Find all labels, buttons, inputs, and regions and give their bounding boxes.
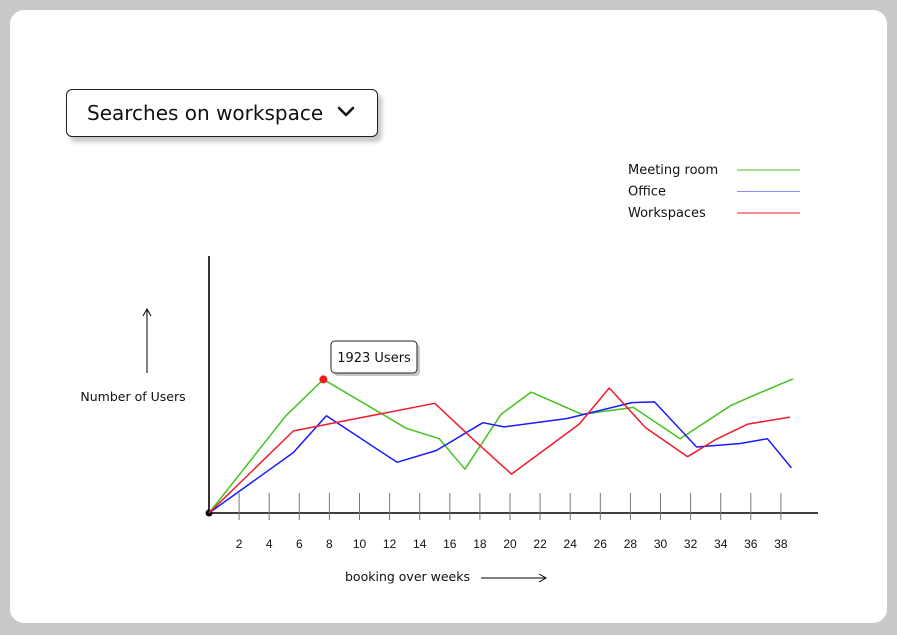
x-tick-label: 24 bbox=[564, 537, 578, 551]
x-tick-label: 20 bbox=[503, 537, 517, 551]
x-tick-label: 6 bbox=[296, 537, 303, 551]
x-tick-label: 30 bbox=[654, 537, 668, 551]
y-axis-label: Number of Users bbox=[80, 389, 185, 404]
legend-label: Office bbox=[628, 185, 666, 200]
x-ticks: 2 4 6 8 10 12 14 16 18 20 22 24 26 28 30 32 34 36 38 bbox=[236, 493, 788, 551]
x-tick-label: 36 bbox=[744, 537, 758, 551]
x-tick-label: 12 bbox=[383, 537, 397, 551]
highlight-point bbox=[319, 375, 328, 384]
chart-axes bbox=[142, 256, 818, 583]
x-tick-label: 22 bbox=[533, 537, 547, 551]
x-tick-label: 28 bbox=[624, 537, 638, 551]
x-tick-label: 10 bbox=[353, 537, 367, 551]
tooltip-label: 1923 Users bbox=[337, 351, 411, 366]
legend-label: Workspaces bbox=[628, 206, 706, 221]
highlight-point-group: 1923 Users bbox=[319, 340, 420, 384]
x-tick-label: 18 bbox=[473, 537, 487, 551]
series-lines bbox=[208, 378, 794, 514]
x-axis-label: booking over weeks bbox=[345, 569, 470, 584]
x-tick-label: 16 bbox=[443, 537, 457, 551]
x-tick-label: 2 bbox=[236, 537, 243, 551]
line-chart: Meeting roomOfficeWorkspaces 2 4 6 8 10 12 14 1… bbox=[80, 163, 818, 584]
legend: Meeting room Office Workspaces bbox=[628, 163, 800, 221]
series-line-office bbox=[208, 401, 792, 514]
x-tick-label: 8 bbox=[326, 537, 333, 551]
x-tick-label: 26 bbox=[594, 537, 608, 551]
x-tick-label: 32 bbox=[684, 537, 698, 551]
x-tick-label: 4 bbox=[266, 537, 273, 551]
legend-label: Meeting room bbox=[628, 163, 718, 178]
x-tick-label: 38 bbox=[774, 537, 788, 551]
x-tick-label: 14 bbox=[413, 537, 427, 551]
x-tick-label: 34 bbox=[714, 537, 728, 551]
